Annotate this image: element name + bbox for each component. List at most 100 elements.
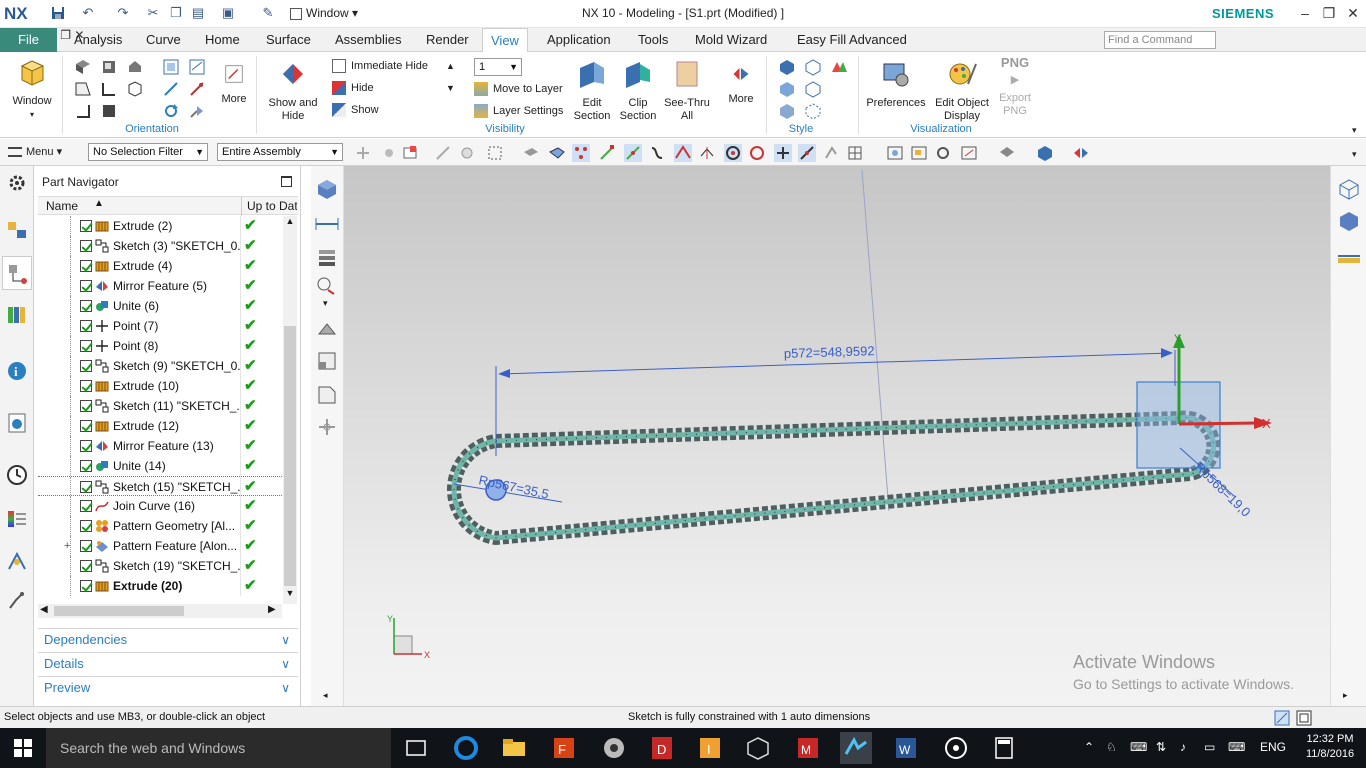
navigator-row[interactable]: Point (8) ✔ — [38, 336, 284, 356]
rectangle-select-icon[interactable] — [486, 144, 504, 162]
visibility-checkbox[interactable] — [80, 481, 92, 493]
visibility-checkbox[interactable] — [80, 260, 92, 272]
section-face-icon[interactable] — [316, 350, 338, 372]
3d-box-app-icon[interactable] — [742, 732, 774, 764]
hscroll-thumb[interactable] — [54, 606, 184, 616]
intersection-point-icon[interactable] — [674, 144, 692, 162]
zoom-view-icon[interactable] — [910, 144, 928, 162]
tab-easy-fill-advanced[interactable]: Easy Fill Advanced — [789, 28, 915, 52]
view-pan-icon[interactable] — [126, 58, 144, 76]
visibility-checkbox[interactable] — [80, 300, 92, 312]
select-features-icon[interactable] — [380, 144, 398, 162]
view-right-icon[interactable] — [74, 80, 92, 98]
taskbar-search[interactable]: Search the web and Windows — [46, 728, 391, 768]
undo-icon[interactable]: ↶ — [80, 5, 96, 21]
shaded-edges-icon[interactable] — [778, 58, 796, 76]
scroll-thumb[interactable] — [284, 326, 296, 586]
visibility-checkbox[interactable] — [80, 520, 92, 532]
tray-network-icon[interactable]: ⇅ — [1156, 740, 1166, 754]
navigator-row[interactable]: Sketch (19) "SKETCH_... ✔ — [38, 556, 284, 576]
orientation-more-button[interactable]: More — [214, 62, 254, 106]
measure-distance-icon[interactable] — [314, 214, 340, 234]
full-screen-icon[interactable] — [1296, 710, 1312, 726]
task-view-icon[interactable] — [400, 732, 432, 764]
view-iso-icon[interactable] — [126, 80, 144, 98]
navigator-row[interactable]: + Pattern Feature [Alon... ✔ — [38, 536, 284, 556]
wireframe-icon[interactable] — [778, 80, 796, 98]
studio-icon[interactable] — [830, 58, 848, 76]
assembly-scope-select[interactable]: Entire Assembly ▼ — [217, 143, 343, 161]
part-navigator-tab[interactable] — [2, 256, 32, 290]
selection-mode-icon[interactable] — [1274, 710, 1290, 726]
visibility-checkbox[interactable] — [80, 340, 92, 352]
view-refresh-icon[interactable] — [162, 102, 180, 120]
tray-ime-icon[interactable]: ⌨ — [1130, 740, 1147, 754]
orient-view-icon[interactable] — [960, 144, 978, 162]
groove-music-icon[interactable] — [940, 732, 972, 764]
snap-grid-icon[interactable] — [846, 144, 864, 162]
close-button[interactable]: ✕ — [1342, 4, 1364, 22]
web-browser-icon[interactable] — [6, 412, 28, 434]
view-restore-icon[interactable] — [100, 102, 118, 120]
show-and-hide-button[interactable]: Show and Hide — [264, 58, 322, 123]
visibility-checkbox[interactable] — [80, 240, 92, 252]
tray-message-icon[interactable]: ▭ — [1204, 740, 1215, 754]
maximize-panel-icon[interactable] — [281, 176, 292, 187]
settings-gear-icon[interactable] — [6, 172, 28, 194]
bounded-grid-icon[interactable] — [822, 144, 840, 162]
see-thru-all-button[interactable]: See-Thru All — [662, 58, 712, 123]
snap-enable-icon[interactable] — [572, 144, 590, 162]
shaded-icon[interactable] — [804, 58, 822, 76]
visibility-checkbox[interactable] — [80, 380, 92, 392]
tab-assemblies[interactable]: Assemblies — [327, 28, 409, 52]
selection-filter-select[interactable]: No Selection Filter ▼ — [88, 143, 208, 161]
end-point-icon[interactable] — [598, 144, 616, 162]
tab-render[interactable]: Render — [418, 28, 477, 52]
snap-point-icon[interactable] — [354, 144, 372, 162]
tab-surface[interactable]: Surface — [258, 28, 319, 52]
system-scene-icon[interactable] — [6, 590, 28, 612]
view-trimetric-icon[interactable] — [188, 80, 206, 98]
nx-app-icon[interactable] — [840, 732, 872, 764]
view-back-icon[interactable] — [74, 102, 92, 120]
fusion-app-icon[interactable]: F — [548, 732, 580, 764]
clip-section-button[interactable]: Clip Section — [616, 58, 660, 123]
chamfer-icon[interactable] — [316, 384, 338, 406]
roller-chain[interactable] — [446, 410, 1221, 546]
mid-point-icon[interactable] — [624, 144, 642, 162]
deselect-all-icon[interactable] — [522, 144, 540, 162]
navigator-hscrollbar[interactable]: ◀ ▶ — [38, 604, 282, 618]
windows-start-icon[interactable] — [14, 739, 32, 757]
point-on-face-icon[interactable] — [798, 144, 816, 162]
navigator-row[interactable]: Sketch (3) "SKETCH_0... ✔ — [38, 236, 284, 256]
existing-point-icon[interactable] — [774, 144, 792, 162]
reuse-library-icon[interactable] — [6, 304, 28, 326]
visibility-checkbox[interactable] — [80, 500, 92, 512]
save-icon[interactable] — [50, 5, 66, 21]
preferences-button[interactable]: Preferences — [864, 58, 928, 110]
edit-section-button[interactable]: Edit Section — [570, 58, 614, 123]
layer-settings-button[interactable]: Layer Settings — [474, 101, 563, 121]
expand-node-icon[interactable]: + — [64, 536, 70, 556]
redo-icon[interactable]: ↷ — [115, 5, 131, 21]
language-indicator[interactable]: ENG — [1260, 740, 1286, 754]
visibility-checkbox[interactable] — [80, 220, 92, 232]
dependencies-section[interactable]: Dependencies ∨ — [38, 628, 298, 650]
mathcad-app-icon[interactable]: M — [792, 732, 824, 764]
navigator-row[interactable]: Point (7) ✔ — [38, 316, 284, 336]
navigator-row[interactable]: Unite (14) ✔ — [38, 456, 284, 476]
navigator-row[interactable]: Sketch (15) "SKETCH_... ✔ — [38, 476, 284, 497]
view-zoom-icon[interactable] — [100, 58, 118, 76]
column-name[interactable]: Name — [46, 199, 78, 213]
shaded-view-icon[interactable] — [1338, 210, 1360, 232]
navigator-row[interactable]: Mirror Feature (5) ✔ — [38, 276, 284, 296]
system-clock[interactable]: 12:32 PM 11/8/2016 — [1301, 732, 1359, 762]
visibility-checkbox[interactable] — [80, 580, 92, 592]
view-front-icon[interactable] — [162, 58, 180, 76]
navigator-row[interactable]: Join Curve (16) ✔ — [38, 496, 284, 516]
minimize-button[interactable]: – — [1294, 4, 1316, 22]
navigator-row[interactable]: Extrude (2) ✔ — [38, 216, 284, 236]
toolbar-expand-icon[interactable]: ▾ — [1352, 144, 1357, 164]
scroll-left-icon[interactable]: ◂ — [323, 690, 328, 701]
details-section[interactable]: Details ∨ — [38, 652, 298, 674]
